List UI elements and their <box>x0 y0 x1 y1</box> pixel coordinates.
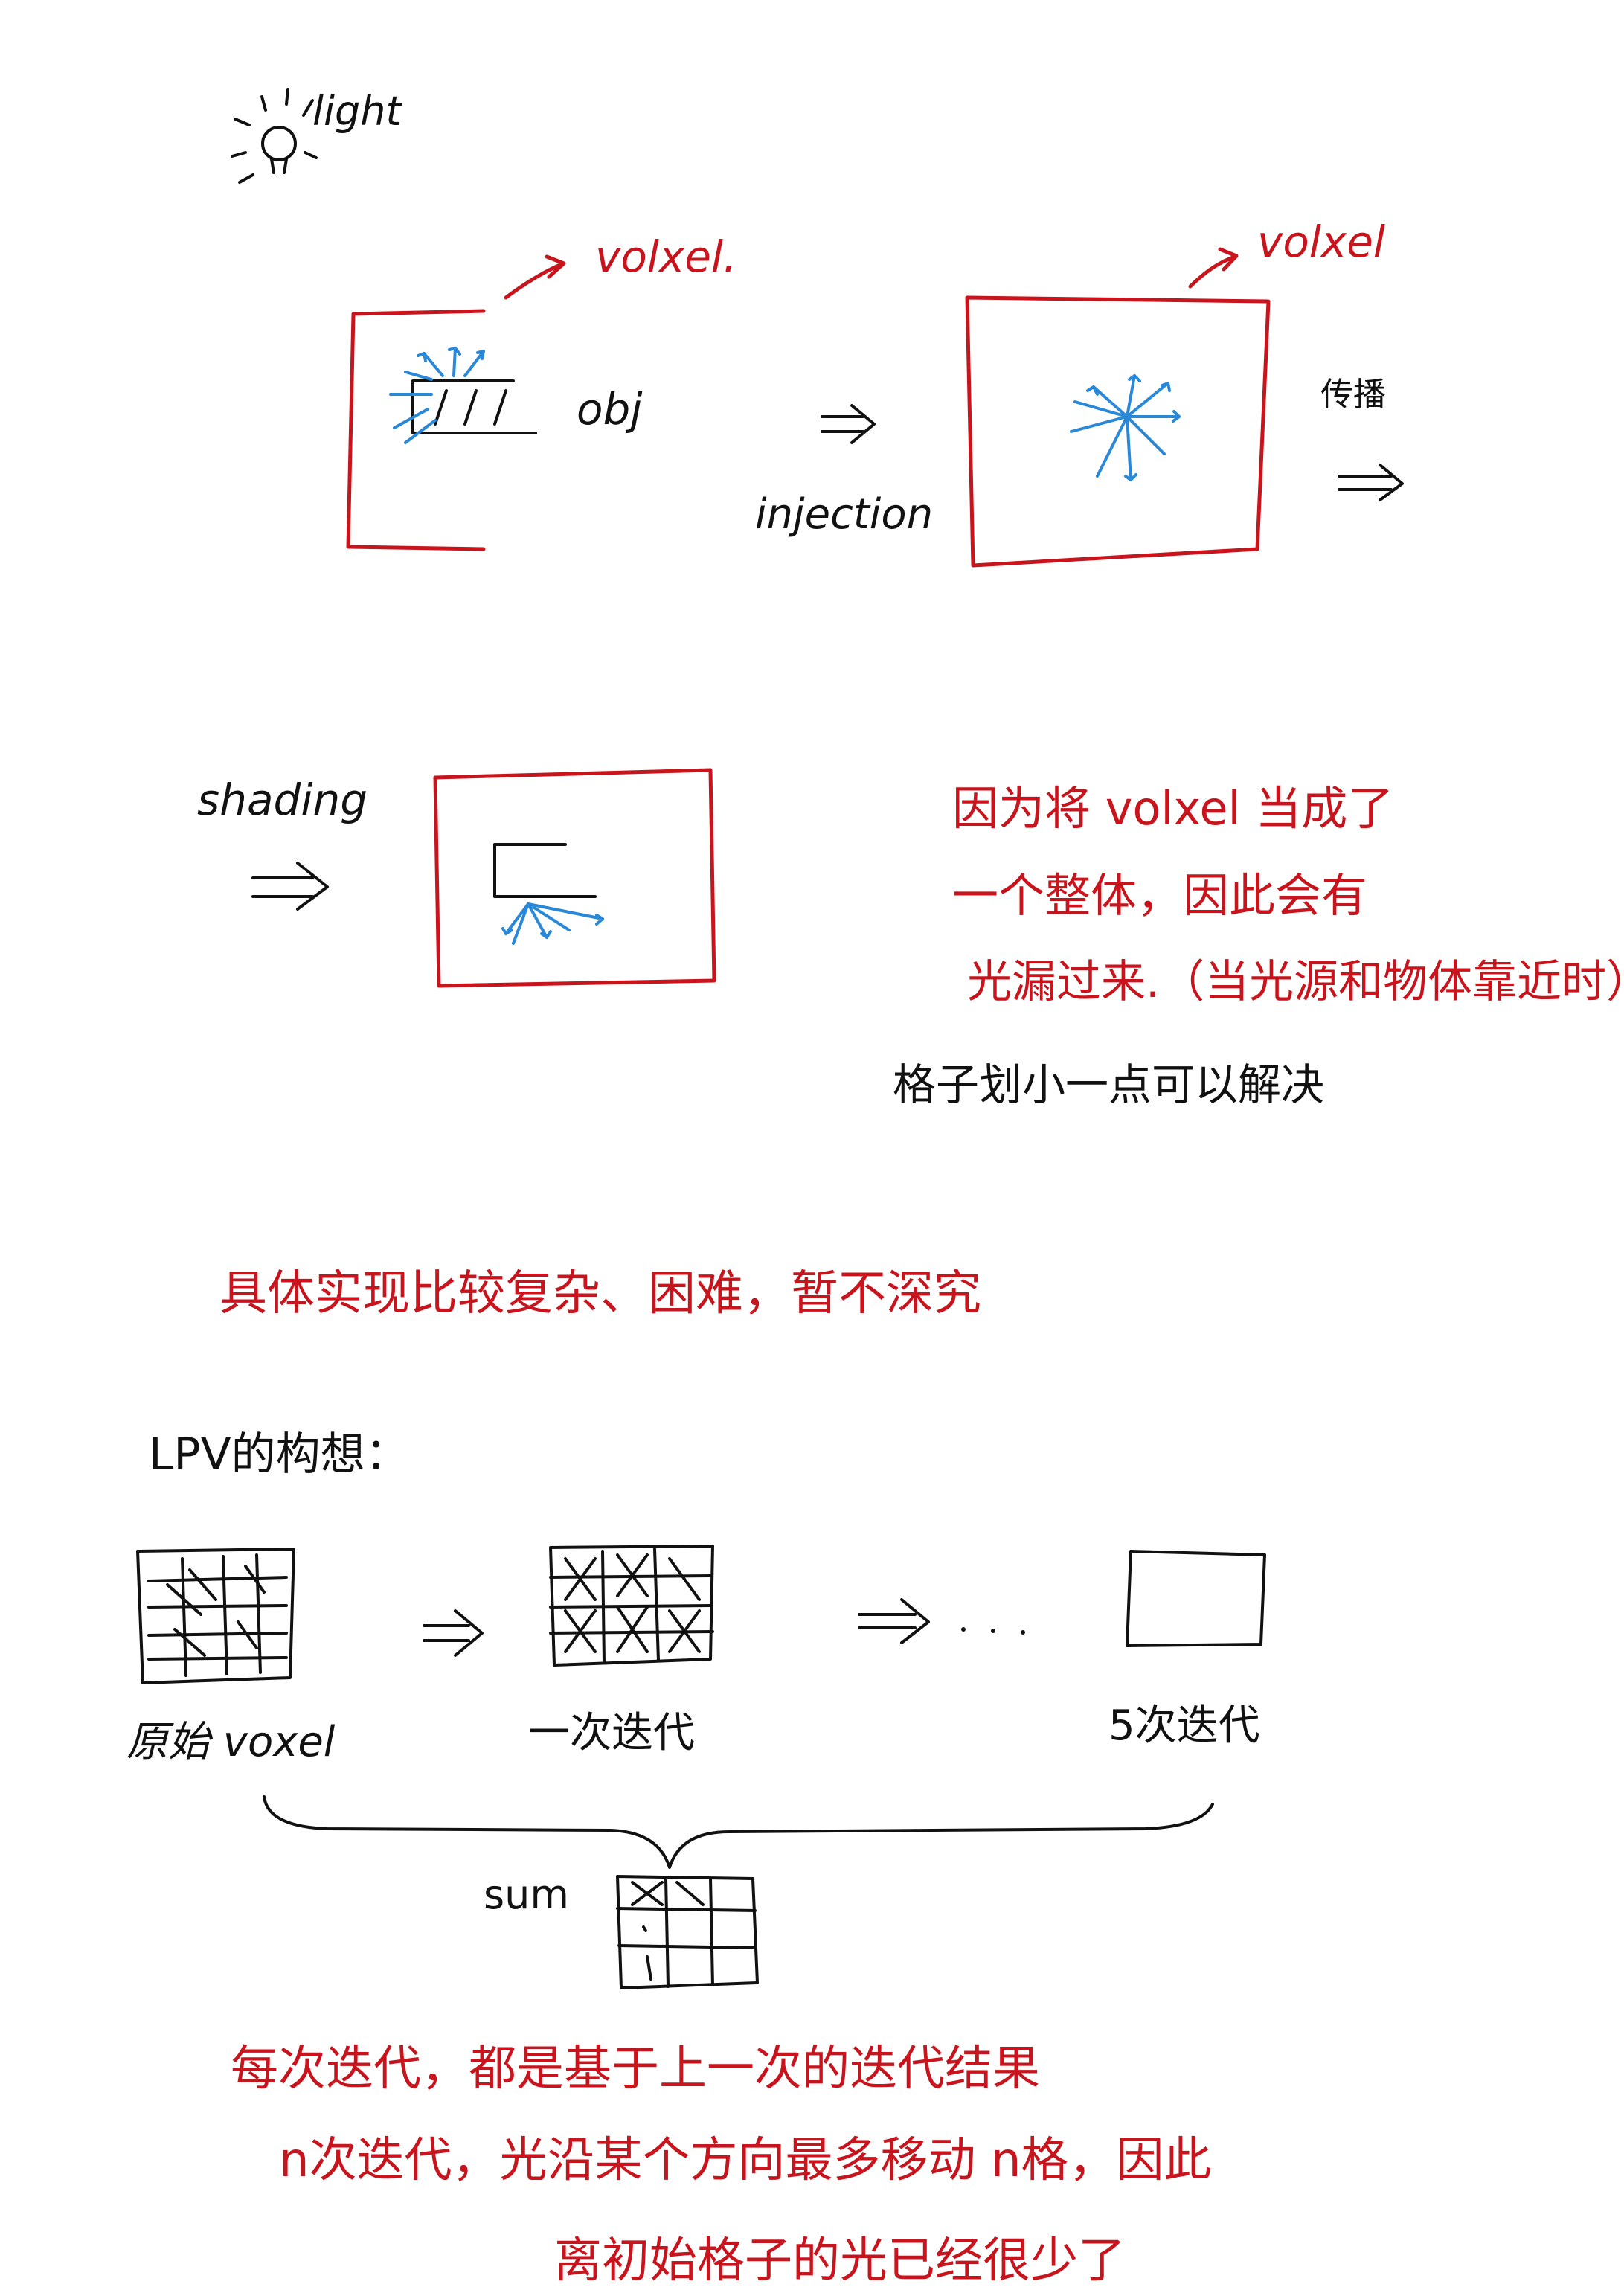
grid-sum <box>616 1875 759 1989</box>
arrow-to-volxel-1 <box>504 254 566 300</box>
sketch-canvas: light volxel. obj injection volxel 传播 sh… <box>126 88 1624 2289</box>
sum-label: sum <box>484 1871 569 1918</box>
voxel-box-2 <box>965 295 1271 568</box>
lpv-title: LPV的构想： <box>149 1428 410 1481</box>
arrow-to-volxel-2 <box>1188 247 1239 289</box>
grid-original-voxel <box>136 1548 295 1684</box>
volxel-label-2: volxel <box>1257 217 1385 267</box>
bottom-note-2: n次迭代，光沿某个方向最多移动 n格，因此 <box>279 2133 1211 2188</box>
light-bulb-icon <box>231 88 318 184</box>
shading-arrow <box>251 862 329 911</box>
grid-one-iteration <box>549 1545 714 1667</box>
grid-1-label: 原始 voxel <box>126 1718 336 1766</box>
obj-label: obj <box>577 384 643 434</box>
propagate-arrow <box>1338 464 1404 501</box>
sum-brace <box>263 1795 1214 1869</box>
voxel-box-1 <box>346 309 486 551</box>
grid-3-label: 5次迭代 <box>1108 1702 1260 1750</box>
note-leak-3: 光漏过来.（当光源和物体靠近时） <box>967 956 1624 1008</box>
shading-label: shading <box>197 775 368 825</box>
light-label: light <box>312 88 403 135</box>
volxel-label-1: volxel. <box>595 231 736 282</box>
object-shape <box>411 379 537 434</box>
note-leak-1: 因为将 volxel 当成了 <box>952 781 1393 836</box>
voxel-box-3 <box>433 768 716 988</box>
propagate-label: 传播 <box>1320 376 1386 414</box>
iteration-arrow-1 <box>423 1609 484 1657</box>
note-fix: 格子划小一点可以解决 <box>893 1059 1324 1110</box>
grid-2-label: 一次迭代 <box>528 1709 695 1757</box>
object-shape-shaded <box>493 843 597 898</box>
bottom-note-3: 离初始格子的光已经很少了 <box>554 2234 1126 2289</box>
ellipsis <box>961 1627 1025 1635</box>
note-leak-2: 一个整体，因此会有 <box>952 868 1367 923</box>
blue-rays-shaded <box>501 902 604 945</box>
bottom-note-1: 每次迭代，都是基于上一次的迭代结果 <box>231 2042 1040 2097</box>
injection-label: injection <box>755 490 933 539</box>
blue-rays-obj <box>389 347 485 444</box>
injection-arrow <box>821 404 876 444</box>
iteration-arrow-2 <box>858 1598 930 1644</box>
blue-star-radiance <box>1070 374 1181 481</box>
grid-five-iterations <box>1126 1550 1266 1647</box>
note-complex: 具体实现比较复杂、困难，暂不深究 <box>219 1266 981 1321</box>
